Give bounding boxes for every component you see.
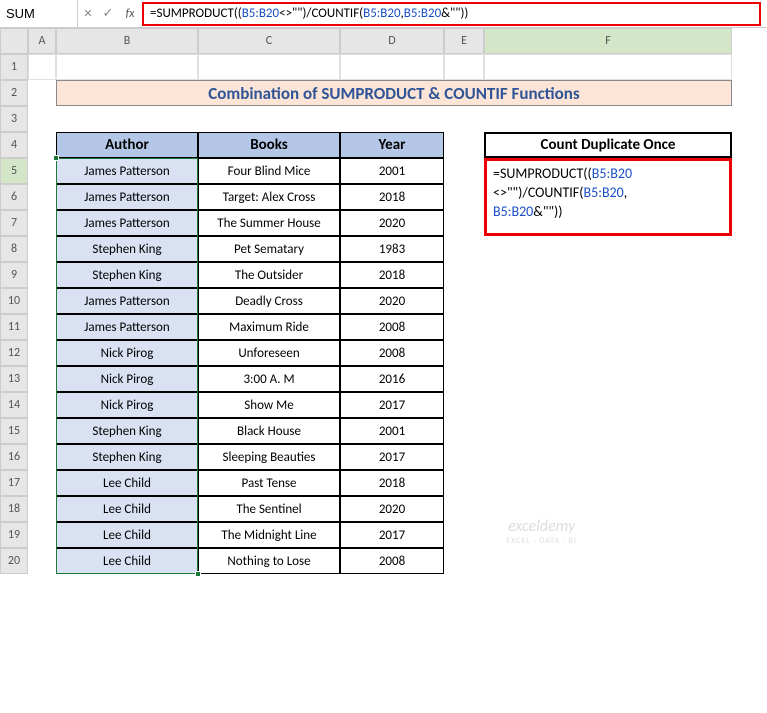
table-cell-year[interactable]: 2017 — [340, 522, 444, 548]
table-cell-author[interactable]: James Patterson — [56, 210, 198, 236]
table-cell-author[interactable]: James Patterson — [56, 184, 198, 210]
table-cell-book[interactable]: The Outsider — [198, 262, 340, 288]
row-header-13[interactable]: 13 — [0, 366, 28, 392]
table-cell-year[interactable]: 2018 — [340, 262, 444, 288]
cell-empty[interactable] — [340, 54, 444, 80]
table-cell-year[interactable]: 2020 — [340, 496, 444, 522]
table-cell-author[interactable]: James Patterson — [56, 158, 198, 184]
row-header-2[interactable]: 2 — [0, 80, 28, 106]
table-cell-year[interactable]: 2008 — [340, 548, 444, 574]
selection-handle[interactable] — [195, 571, 201, 577]
table-cell-book[interactable]: Target: Alex Cross — [198, 184, 340, 210]
table-cell-year[interactable]: 2018 — [340, 470, 444, 496]
table-cell-book[interactable]: 3:00 A. M — [198, 366, 340, 392]
table-cell-author[interactable]: Stephen King — [56, 418, 198, 444]
table-cell-book[interactable]: The Sentinel — [198, 496, 340, 522]
row-header-8[interactable]: 8 — [0, 236, 28, 262]
formula-bar[interactable]: =SUMPRODUCT((B5:B20<>"")/COUNTIF(B5:B20,… — [142, 2, 761, 26]
table-cell-year[interactable]: 1983 — [340, 236, 444, 262]
row-header-7[interactable]: 7 — [0, 210, 28, 236]
table-cell-year[interactable]: 2001 — [340, 418, 444, 444]
col-header-E[interactable]: E — [444, 28, 484, 54]
spreadsheet-grid[interactable]: ABCDEF1234567891011121314151617181920Com… — [0, 28, 767, 574]
table-cell-book[interactable]: The Summer House — [198, 210, 340, 236]
table-cell-author[interactable]: Nick Pirog — [56, 392, 198, 418]
row-header-14[interactable]: 14 — [0, 392, 28, 418]
row-header-4[interactable]: 4 — [0, 132, 28, 158]
enter-icon[interactable]: ✓ — [98, 6, 118, 21]
formula-bar-area: ✕ ✓ fx =SUMPRODUCT((B5:B20<>"")/COUNTIF(… — [0, 0, 767, 28]
table-cell-author[interactable]: James Patterson — [56, 314, 198, 340]
table-cell-author[interactable]: Lee Child — [56, 496, 198, 522]
row-header-16[interactable]: 16 — [0, 444, 28, 470]
row-header-1[interactable]: 1 — [0, 54, 28, 80]
cell-empty[interactable] — [484, 54, 732, 80]
table-cell-year[interactable]: 2020 — [340, 288, 444, 314]
page-title: Combination of SUMPRODUCT & COUNTIF Func… — [56, 80, 732, 106]
table-cell-book[interactable]: Deadly Cross — [198, 288, 340, 314]
cell-empty[interactable] — [56, 54, 198, 80]
row-header-20[interactable]: 20 — [0, 548, 28, 574]
table-cell-book[interactable]: Unforeseen — [198, 340, 340, 366]
cell-empty[interactable] — [444, 54, 484, 80]
cell-empty[interactable] — [198, 54, 340, 80]
table-cell-book[interactable]: Nothing to Lose — [198, 548, 340, 574]
table-cell-author[interactable]: Lee Child — [56, 470, 198, 496]
table-cell-year[interactable]: 2020 — [340, 210, 444, 236]
row-header-6[interactable]: 6 — [0, 184, 28, 210]
table-cell-author[interactable]: Lee Child — [56, 522, 198, 548]
cell-empty[interactable] — [28, 54, 56, 80]
row-header-18[interactable]: 18 — [0, 496, 28, 522]
row-header-17[interactable]: 17 — [0, 470, 28, 496]
table-cell-year[interactable]: 2016 — [340, 366, 444, 392]
table-cell-year[interactable]: 2017 — [340, 444, 444, 470]
table-cell-author[interactable]: Nick Pirog — [56, 366, 198, 392]
row-header-9[interactable]: 9 — [0, 262, 28, 288]
row-header-5[interactable]: 5 — [0, 158, 28, 184]
cancel-icon[interactable]: ✕ — [78, 7, 98, 20]
count-duplicate-header: Count Duplicate Once — [484, 132, 732, 158]
row-header-11[interactable]: 11 — [0, 314, 28, 340]
table-cell-author[interactable]: Stephen King — [56, 444, 198, 470]
fx-icon[interactable]: fx — [118, 7, 142, 21]
table-cell-year[interactable]: 2018 — [340, 184, 444, 210]
table-cell-book[interactable]: Black House — [198, 418, 340, 444]
table-cell-book[interactable]: Four Blind Mice — [198, 158, 340, 184]
formula-input-cell[interactable]: =SUMPRODUCT((B5:B20<>"")/COUNTIF(B5:B20,… — [484, 158, 732, 236]
col-header-C[interactable]: C — [198, 28, 340, 54]
row-header-15[interactable]: 15 — [0, 418, 28, 444]
name-box[interactable] — [0, 0, 78, 27]
table-cell-year[interactable]: 2017 — [340, 392, 444, 418]
selection-handle[interactable] — [53, 155, 59, 161]
table-cell-year[interactable]: 2008 — [340, 314, 444, 340]
col-header-B[interactable]: B — [56, 28, 198, 54]
row-header-3[interactable]: 3 — [0, 106, 28, 132]
table-header-year: Year — [340, 132, 444, 158]
table-cell-author[interactable]: Nick Pirog — [56, 340, 198, 366]
table-cell-book[interactable]: Sleeping Beauties — [198, 444, 340, 470]
table-header-books: Books — [198, 132, 340, 158]
table-cell-year[interactable]: 2001 — [340, 158, 444, 184]
table-cell-book[interactable]: Show Me — [198, 392, 340, 418]
col-header-A[interactable]: A — [28, 28, 56, 54]
table-cell-author[interactable]: Stephen King — [56, 236, 198, 262]
table-cell-book[interactable]: Past Tense — [198, 470, 340, 496]
table-cell-year[interactable]: 2008 — [340, 340, 444, 366]
row-header-10[interactable]: 10 — [0, 288, 28, 314]
table-cell-author[interactable]: Stephen King — [56, 262, 198, 288]
select-all-corner[interactable] — [0, 28, 28, 54]
row-header-19[interactable]: 19 — [0, 522, 28, 548]
table-cell-author[interactable]: James Patterson — [56, 288, 198, 314]
table-cell-author[interactable]: Lee Child — [56, 548, 198, 574]
table-cell-book[interactable]: Maximum Ride — [198, 314, 340, 340]
table-cell-book[interactable]: Pet Sematary — [198, 236, 340, 262]
table-cell-book[interactable]: The Midnight Line — [198, 522, 340, 548]
col-header-D[interactable]: D — [340, 28, 444, 54]
col-header-F[interactable]: F — [484, 28, 732, 54]
row-header-12[interactable]: 12 — [0, 340, 28, 366]
table-header-author: Author — [56, 132, 198, 158]
